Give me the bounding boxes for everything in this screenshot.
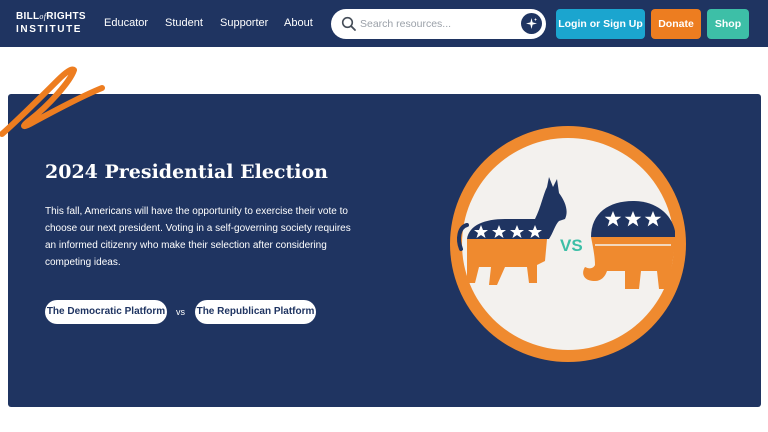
logo-word-rights: RIGHTS [46, 11, 86, 22]
search-bar [331, 9, 546, 39]
hero-description: This fall, Americans will have the oppor… [45, 206, 351, 268]
orange-scribble-decoration [0, 66, 105, 137]
sparkle-icon [526, 17, 538, 29]
nav-student[interactable]: Student [165, 16, 203, 30]
nav-educator[interactable]: Educator [104, 16, 148, 30]
site-header: BILLofRIGHTS INSTITUTE Educator Student … [0, 0, 768, 47]
search-icon[interactable] [341, 16, 357, 32]
hero-title: 2024 Presidential Election [45, 161, 328, 183]
shop-button[interactable]: Shop [707, 9, 749, 39]
vs-label: vs [176, 307, 185, 317]
nav-supporter[interactable]: Supporter [220, 16, 268, 30]
ai-search-button[interactable] [521, 13, 542, 34]
logo-line-1: BILLofRIGHTS [16, 11, 86, 23]
logo-line-2: INSTITUTE [16, 24, 83, 35]
logo-word-bill: BILL [16, 11, 40, 22]
donkey-vs-elephant-emblem: VS [450, 126, 686, 362]
republican-platform-button[interactable]: The Republican Platform [195, 300, 316, 324]
democratic-platform-button[interactable]: The Democratic Platform [45, 300, 167, 324]
search-input[interactable] [360, 15, 510, 33]
donate-button[interactable]: Donate [651, 9, 701, 39]
emblem-vs-text: VS [560, 236, 583, 255]
login-signup-button[interactable]: Login or Sign Up [556, 9, 645, 39]
nav-about[interactable]: About [284, 16, 313, 30]
bill-of-rights-institute-logo[interactable]: BILLofRIGHTS INSTITUTE [16, 11, 86, 37]
